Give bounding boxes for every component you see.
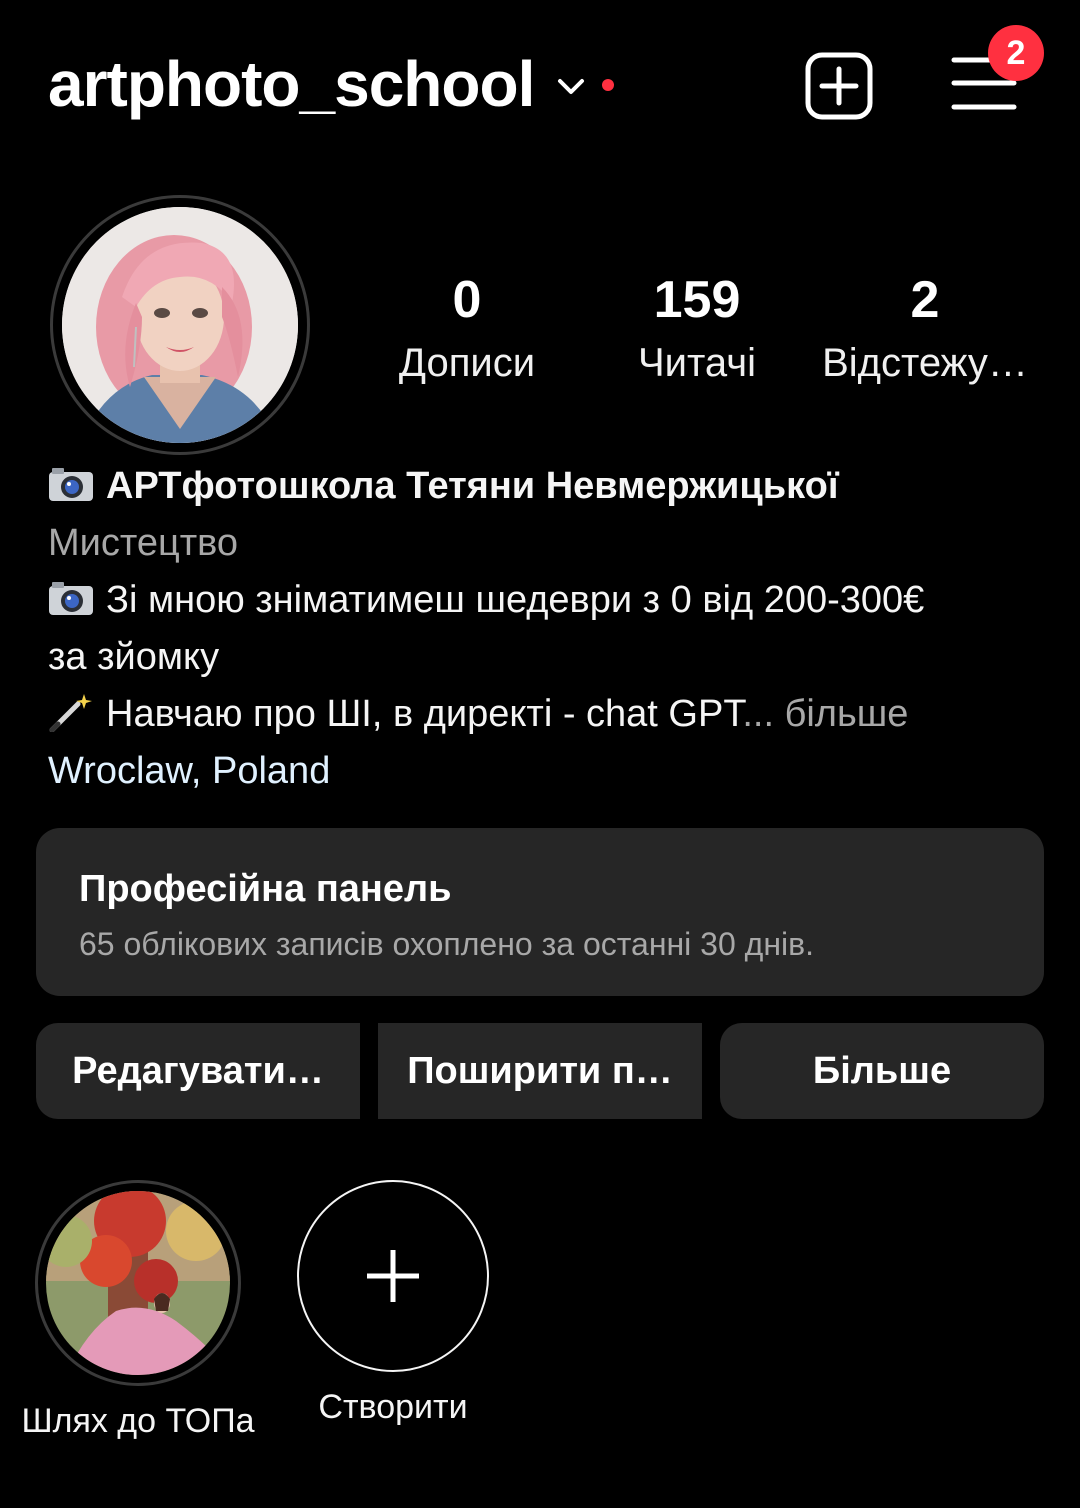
stat-following-count: 2 <box>910 271 940 329</box>
profile-bio: АРТфотошкола Тетяни Невмержицької Мистец… <box>48 458 1048 800</box>
more-link[interactable]: більше <box>785 693 909 735</box>
highlight-cover-ring <box>35 1180 241 1386</box>
bio-text-1: Зі мною зніматимеш шедеври з 0 від 200-3… <box>106 579 925 621</box>
avatar[interactable] <box>50 195 310 455</box>
bio-line-3: Навчаю про ШІ, в директі - chat GPT... б… <box>48 686 1048 743</box>
professional-dashboard-title: Професійна панель <box>79 868 452 910</box>
new-highlight[interactable]: Створити <box>292 1180 494 1427</box>
magic-wand-emoji-icon <box>49 694 92 732</box>
location-link[interactable]: Wroclaw, Poland <box>48 743 1048 800</box>
edit-profile-button[interactable]: Редагувати… <box>36 1023 360 1119</box>
camera-emoji-icon <box>49 468 93 501</box>
highlight-label: Шлях до ТОПа <box>21 1402 255 1440</box>
display-name-line: АРТфотошкола Тетяни Невмержицької <box>48 458 1048 515</box>
category: Мистецтво <box>48 522 239 564</box>
stat-posts[interactable]: 0 Дописи <box>357 268 577 392</box>
stat-posts-label: Дописи <box>398 341 536 385</box>
professional-dashboard-subtitle: 65 облікових записів охоплено за останні… <box>79 926 814 962</box>
stat-posts-count: 0 <box>452 271 482 329</box>
profile-screen: artphoto_school 2 0 Дописи 159 Читачі 2 … <box>0 0 1080 1508</box>
camera-emoji-icon <box>49 582 93 615</box>
chevron-down-icon <box>558 79 585 94</box>
story-highlight[interactable]: Шлях до ТОПа <box>10 1180 266 1441</box>
unread-dot <box>602 79 615 91</box>
stat-followers-count: 159 <box>653 271 741 329</box>
plus-icon <box>367 1250 419 1302</box>
new-highlight-label: Створити <box>318 1388 468 1426</box>
stat-followers-label: Читачі <box>638 341 756 385</box>
bio-line-2: за зйомку <box>48 636 220 678</box>
create-button[interactable] <box>805 52 873 120</box>
account-switcher[interactable]: artphoto_school <box>48 48 615 120</box>
username: artphoto_school <box>48 48 535 120</box>
plus-square-icon <box>805 52 873 120</box>
display-name: АРТфотошкола Тетяни Невмержицької <box>106 465 839 507</box>
stat-followers[interactable]: 159 Читачі <box>587 268 807 392</box>
highlight-cover-image <box>46 1191 230 1375</box>
stat-following[interactable]: 2 Відстежу… <box>815 268 1035 392</box>
new-highlight-ring <box>297 1180 489 1372</box>
share-profile-button[interactable]: Поширити п… <box>378 1023 702 1119</box>
more-button[interactable]: Більше <box>720 1023 1044 1119</box>
stat-following-label: Відстежу… <box>822 341 1028 385</box>
professional-dashboard[interactable]: Професійна панель 65 облікових записів о… <box>36 828 1044 996</box>
top-bar: artphoto_school 2 <box>0 0 1080 170</box>
bio-line-1: Зі мною зніматимеш шедеври з 0 від 200-3… <box>48 572 1048 629</box>
avatar-image <box>62 207 298 443</box>
bio-ellipsis: ... <box>742 693 775 735</box>
bio-text-3: Навчаю про ШІ, в директі - chat GPT <box>106 693 743 735</box>
notification-badge: 2 <box>988 25 1044 81</box>
